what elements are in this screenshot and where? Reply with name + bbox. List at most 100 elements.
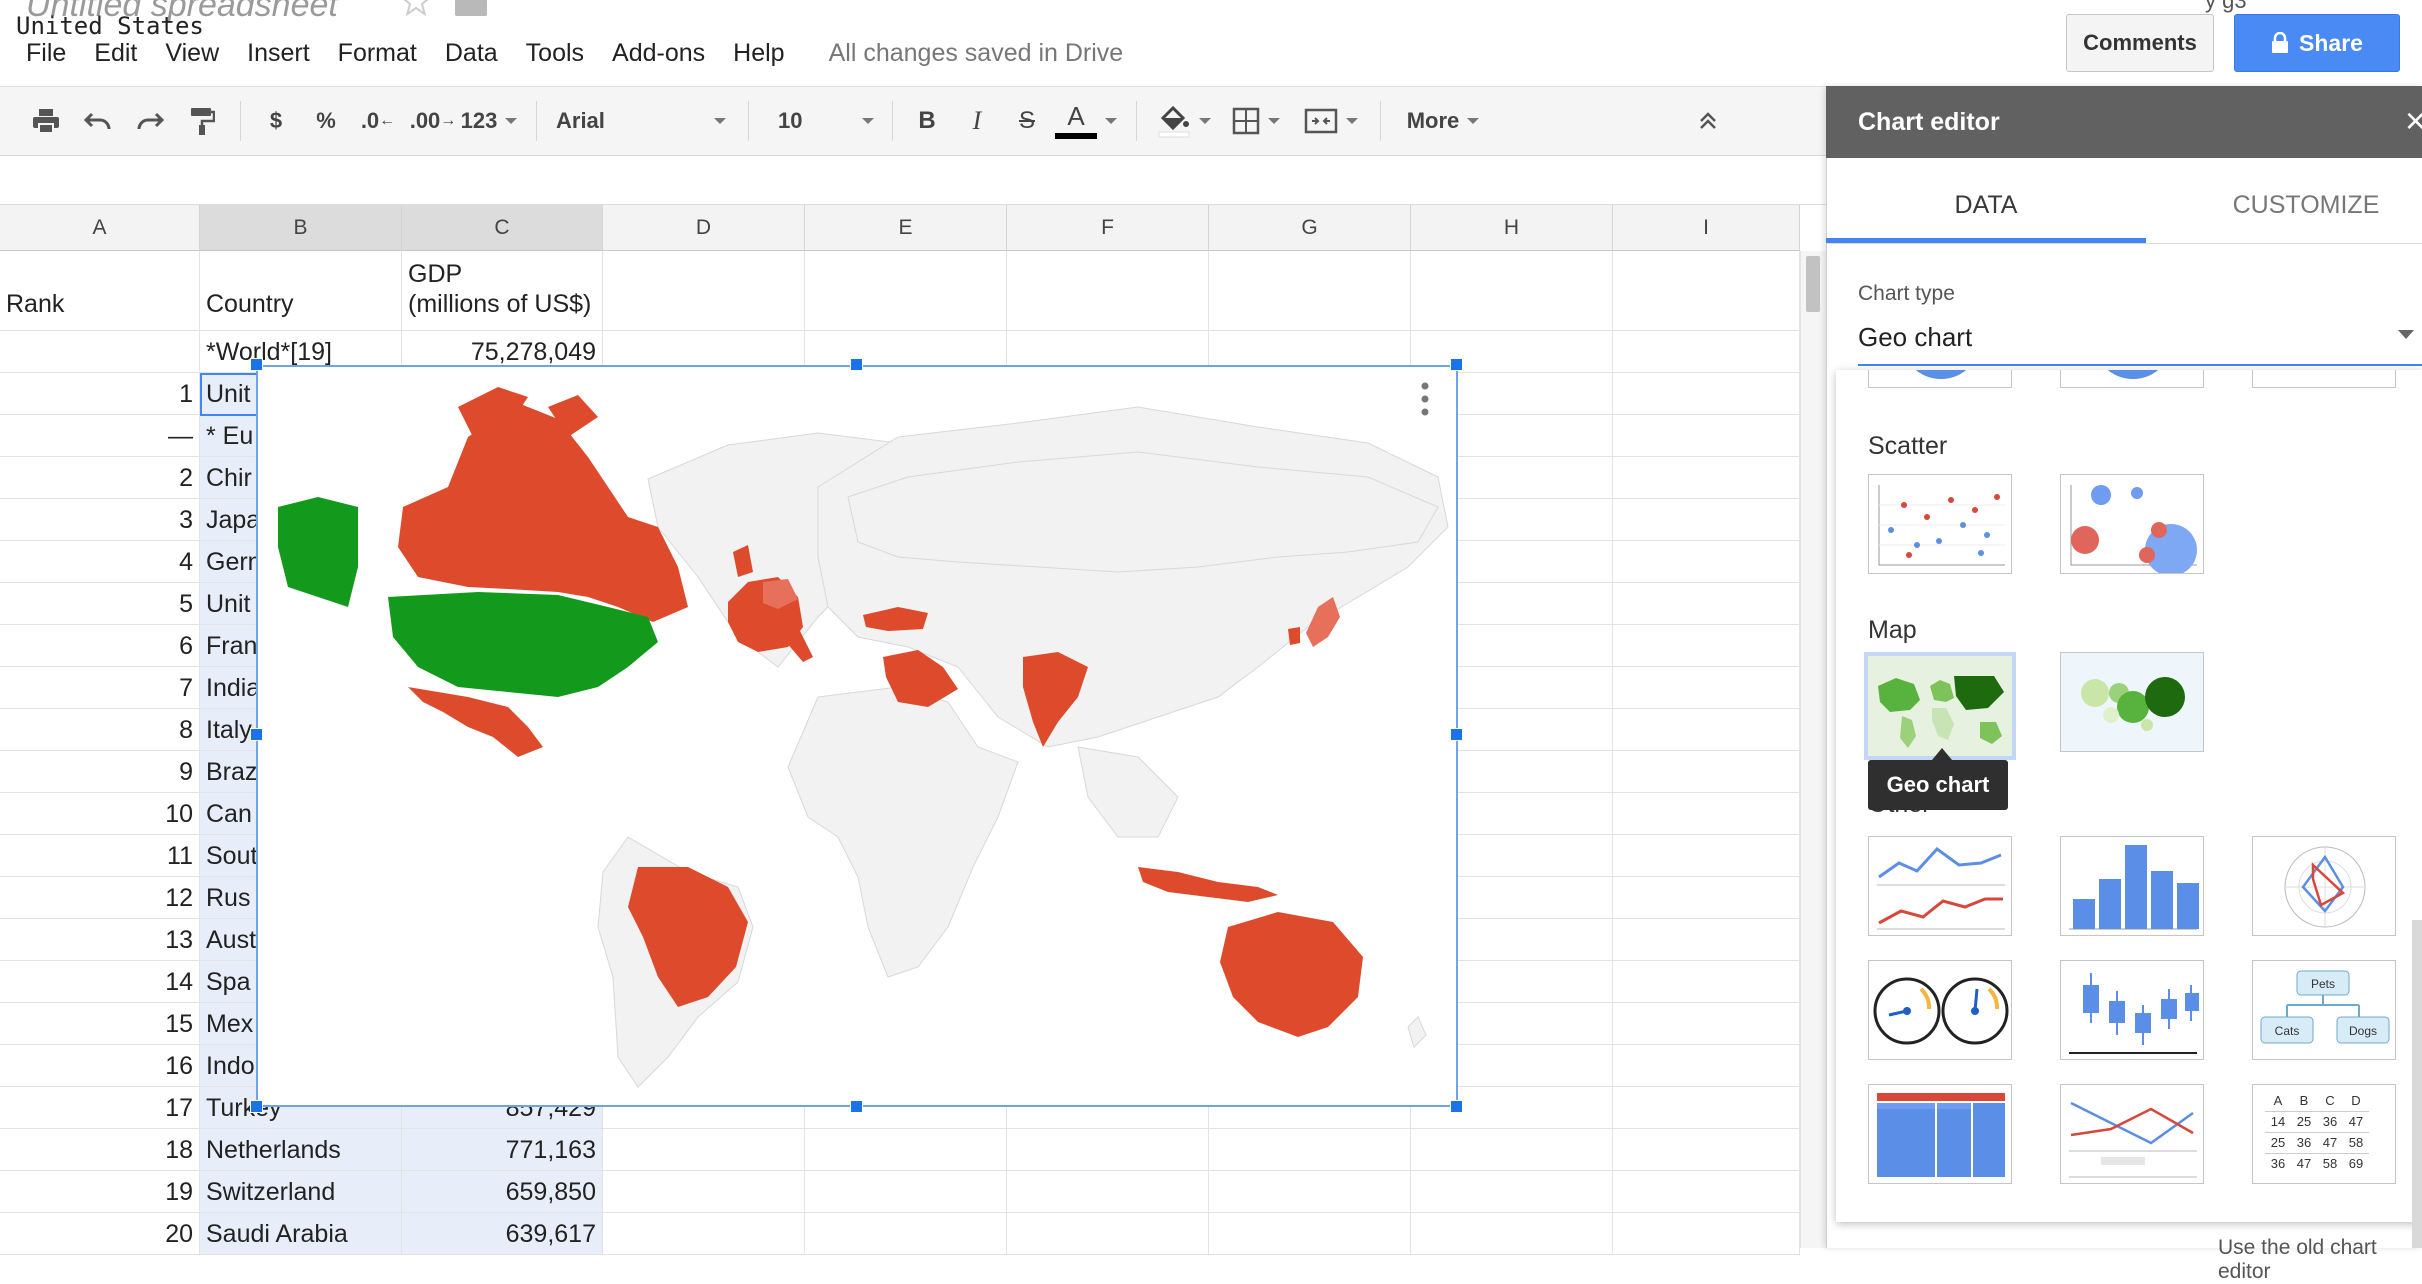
chart-thumb-geo-chart[interactable]	[1864, 652, 2016, 760]
cell[interactable]	[1613, 457, 1800, 499]
tab-customize[interactable]: CUSTOMIZE	[2146, 166, 2422, 244]
cell[interactable]	[805, 1171, 1007, 1213]
chart-thumb-radar[interactable]	[2252, 836, 2396, 936]
redo-icon[interactable]	[128, 87, 172, 155]
cell[interactable]	[603, 1129, 805, 1171]
cell[interactable]	[1613, 793, 1800, 835]
resize-handle[interactable]	[1450, 358, 1463, 371]
cell-rank[interactable]: 14	[0, 961, 200, 1003]
cell[interactable]	[1613, 667, 1800, 709]
resize-handle[interactable]	[250, 728, 263, 741]
chart-thumb-treemap[interactable]	[1868, 1084, 2012, 1184]
menu-tools[interactable]: Tools	[498, 39, 584, 68]
italic-button[interactable]: I	[960, 87, 994, 155]
menu-view[interactable]: View	[137, 39, 219, 68]
merge-cells-button[interactable]	[1296, 87, 1366, 155]
cell-rank[interactable]: 8	[0, 709, 200, 751]
cell[interactable]	[805, 1129, 1007, 1171]
strikethrough-button[interactable]: S	[1010, 87, 1044, 155]
tab-data[interactable]: DATA	[1826, 166, 2146, 244]
cell-rank[interactable]: 9	[0, 751, 200, 793]
cell-rank[interactable]: 3	[0, 499, 200, 541]
cell[interactable]	[1613, 583, 1800, 625]
menu-data[interactable]: Data	[417, 39, 498, 68]
formula-bar[interactable]	[0, 157, 1826, 205]
cell[interactable]	[1007, 1171, 1209, 1213]
close-icon[interactable]: ×	[2405, 100, 2422, 142]
old-chart-editor-link[interactable]: Use the old chart editor	[2218, 1236, 2422, 1284]
borders-button[interactable]	[1226, 87, 1286, 155]
chart-thumb-gauge[interactable]	[1868, 960, 2012, 1060]
cell[interactable]	[805, 251, 1007, 331]
cell[interactable]	[603, 1213, 805, 1255]
cell[interactable]	[1209, 251, 1411, 331]
font-family-select[interactable]: Arial	[556, 87, 726, 155]
cell-rank[interactable]: 2	[0, 457, 200, 499]
print-icon[interactable]	[24, 87, 68, 155]
cell-rank[interactable]: 19	[0, 1171, 200, 1213]
cell-rank[interactable]: 17	[0, 1087, 200, 1129]
resize-handle[interactable]	[850, 358, 863, 371]
chart-menu-icon[interactable]	[1418, 380, 1432, 418]
cell[interactable]	[1613, 1129, 1800, 1171]
chart-thumb-donut[interactable]	[2060, 370, 2204, 388]
cell[interactable]	[1411, 1213, 1613, 1255]
chart-thumb-annotated-timeline[interactable]	[1868, 836, 2012, 936]
cell-rank[interactable]: 4	[0, 541, 200, 583]
chart-thumb-geo-marker[interactable]	[2060, 652, 2204, 752]
cell-rank[interactable]: 11	[0, 835, 200, 877]
chart-type-select[interactable]: Geo chart	[1858, 322, 1972, 353]
cell-header-rank[interactable]: Rank	[0, 251, 200, 331]
column-header-f[interactable]: F	[1007, 205, 1209, 251]
chevron-down-icon[interactable]	[2398, 330, 2414, 339]
chart-thumb-3d-pie[interactable]	[2252, 370, 2396, 388]
resize-handle[interactable]	[1450, 1100, 1463, 1113]
cell[interactable]	[1613, 919, 1800, 961]
chart-thumb-bubble[interactable]	[2060, 474, 2204, 574]
column-header-a[interactable]: A	[0, 205, 200, 251]
folder-icon[interactable]	[455, 0, 487, 16]
cell[interactable]	[1613, 541, 1800, 583]
geo-chart[interactable]	[256, 365, 1458, 1107]
cell[interactable]	[1613, 625, 1800, 667]
currency-format-button[interactable]: $	[258, 87, 294, 155]
cell[interactable]	[1411, 251, 1613, 331]
chart-thumb-candlestick[interactable]	[2060, 960, 2204, 1060]
cell[interactable]	[1411, 1171, 1613, 1213]
column-header-c[interactable]: C	[402, 205, 603, 251]
cell-rank[interactable]	[0, 331, 200, 373]
cell-rank[interactable]: 7	[0, 667, 200, 709]
collapse-toolbar-icon[interactable]	[1690, 87, 1726, 155]
cell[interactable]	[1613, 1171, 1800, 1213]
cell-gdp[interactable]: 771,163	[402, 1129, 603, 1171]
cell-header-country[interactable]: Country	[200, 251, 402, 331]
cell-rank[interactable]: 16	[0, 1045, 200, 1087]
cell-rank[interactable]: 13	[0, 919, 200, 961]
column-header-g[interactable]: G	[1209, 205, 1411, 251]
fill-color-button[interactable]	[1152, 87, 1216, 155]
cell[interactable]	[1613, 1087, 1800, 1129]
increase-decimal-button[interactable]: .00 →	[408, 87, 458, 155]
cell[interactable]	[1613, 331, 1800, 373]
more-formats-button[interactable]: 123	[458, 87, 520, 155]
cell[interactable]	[1613, 415, 1800, 457]
cell-rank[interactable]: 20	[0, 1213, 200, 1255]
cell[interactable]	[1411, 1129, 1613, 1171]
menu-addons[interactable]: Add-ons	[584, 39, 705, 68]
cell[interactable]	[1007, 1213, 1209, 1255]
menu-file[interactable]: File	[0, 39, 66, 68]
cell[interactable]	[1007, 251, 1209, 331]
chart-thumb-scatter[interactable]	[1868, 474, 2012, 574]
cell-country[interactable]: Saudi Arabia	[200, 1213, 402, 1255]
cell[interactable]	[805, 1213, 1007, 1255]
font-size-select[interactable]: 10	[778, 87, 874, 155]
cell-rank[interactable]: 5	[0, 583, 200, 625]
cell[interactable]	[1613, 751, 1800, 793]
cell-rank[interactable]: 18	[0, 1129, 200, 1171]
resize-handle[interactable]	[250, 1100, 263, 1113]
cell[interactable]	[1613, 499, 1800, 541]
save-status[interactable]: All changes saved in Drive	[785, 39, 1124, 68]
panel-scrollbar[interactable]	[2412, 920, 2422, 1248]
share-button[interactable]: Share	[2234, 14, 2400, 72]
chart-thumb-histogram[interactable]	[2060, 836, 2204, 936]
